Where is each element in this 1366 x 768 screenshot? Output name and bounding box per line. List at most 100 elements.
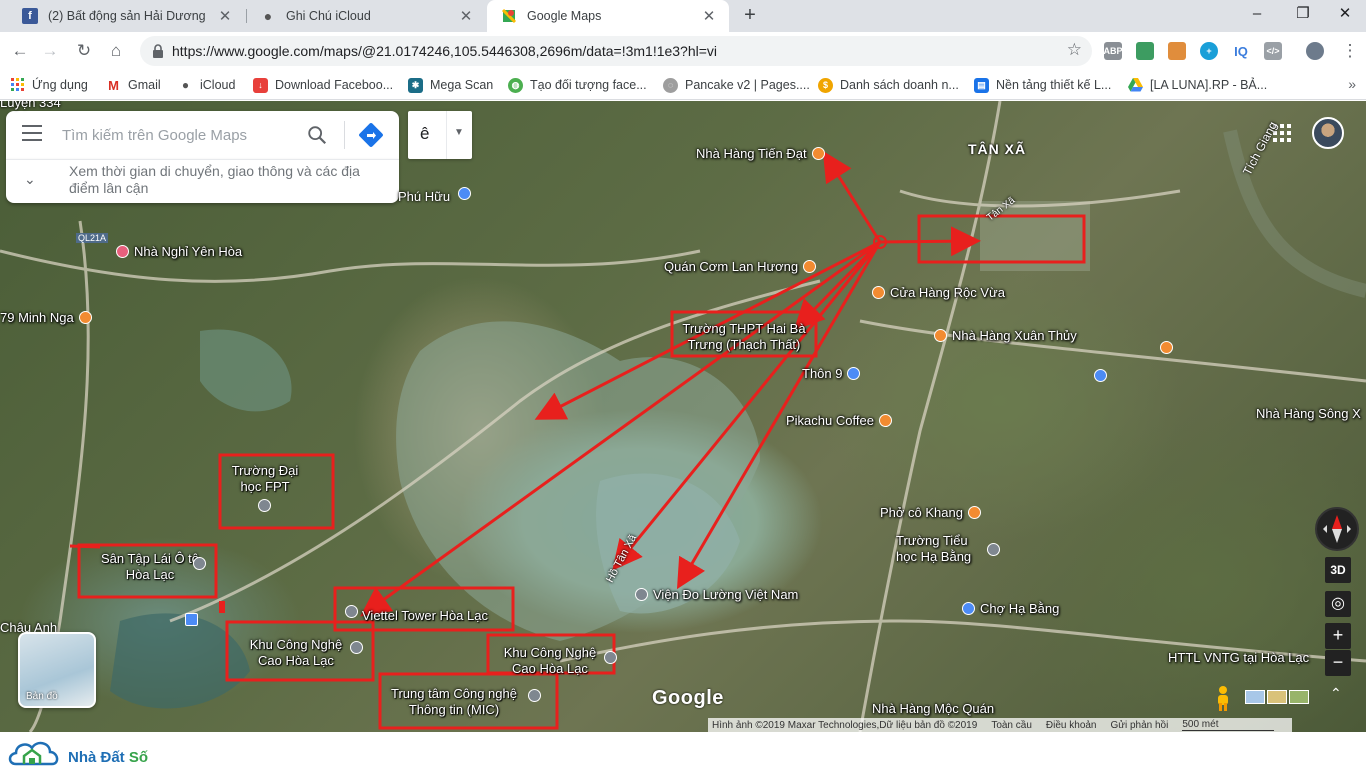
bookmark-mega-scan[interactable]: ✱ Mega Scan: [408, 76, 493, 94]
3d-toggle-button[interactable]: 3D: [1325, 557, 1351, 583]
maximize-button[interactable]: ❐: [1280, 0, 1326, 30]
minimize-button[interactable]: –: [1234, 0, 1280, 30]
close-icon[interactable]: ✕: [454, 7, 478, 25]
poi-marker[interactable]: Nhà Hàng Tiến Đạt: [696, 146, 825, 161]
terms-link[interactable]: Điều khoản: [1046, 720, 1097, 731]
close-icon[interactable]: ✕: [213, 7, 237, 25]
home-icon[interactable]: ⌂: [104, 39, 128, 63]
bookmark-gmail[interactable]: M Gmail: [106, 76, 161, 94]
map-type-toggle[interactable]: Bản đồ: [18, 632, 96, 708]
more-bookmarks-icon[interactable]: »: [1348, 76, 1356, 92]
forward-button[interactable]: →: [38, 39, 62, 63]
bus-stop-icon: [185, 613, 198, 626]
address-bar[interactable]: https://www.google.com/maps/@21.0174246,…: [140, 36, 1092, 66]
feedback-link[interactable]: Gửi phản hồi: [1111, 720, 1169, 731]
highlight-label[interactable]: Sân Tập Lái Ô tô Hòa Lạc: [96, 551, 204, 583]
poi-marker[interactable]: Trường Tiểu học Hạ Bằng: [896, 533, 1000, 565]
expand-up-icon[interactable]: ⌃: [1330, 685, 1342, 702]
poi-marker[interactable]: Chợ Hạ Bằng: [962, 601, 1059, 616]
menu-kebab-icon[interactable]: ⋮: [1338, 39, 1362, 63]
iq-extension-icon[interactable]: IQ: [1232, 42, 1250, 60]
poi-marker[interactable]: Nhà Nghỉ Yên Hòa: [116, 244, 242, 259]
poi-marker[interactable]: HTTL VNTG tại Hòa Lạc: [1168, 650, 1309, 665]
highlight-label[interactable]: Trường THPT Hai Bà Trưng (Thạch Thất): [676, 321, 812, 353]
bookmark-la-luna[interactable]: [LA LUNA].RP - BẢ...: [1128, 76, 1267, 94]
close-window-button[interactable]: ✕: [1322, 0, 1366, 30]
scale-bar[interactable]: 500 mét: [1182, 719, 1275, 731]
new-tab-button[interactable]: +: [738, 4, 762, 28]
tech-park-pin-icon: [604, 651, 617, 664]
google-maps-icon: [501, 8, 517, 24]
plus-extension-icon[interactable]: +: [1200, 42, 1218, 60]
imagery-thumbnail[interactable]: [1245, 690, 1265, 704]
chevron-down-icon: ⌄: [24, 171, 36, 187]
directions-icon[interactable]: [358, 122, 384, 148]
coin-icon: $: [818, 77, 833, 93]
bookmark-nen-tang[interactable]: ▤ Nền tảng thiết kế L...: [974, 76, 1111, 94]
highlight-label[interactable]: Khu Công Nghệ Cao Hòa Lạc: [498, 645, 602, 677]
annotation-arrow: [879, 226, 981, 257]
satellite-map[interactable]: ⌄ Xem thời gian di chuyển, giao thông và…: [0, 101, 1366, 732]
poi-marker[interactable]: Thôn 9: [802, 366, 861, 381]
highlight-label[interactable]: Trung tâm Công nghệ Thông tin (MIC): [384, 686, 524, 718]
hamburger-menu-icon[interactable]: [22, 125, 42, 145]
bookmark-tao-doi-tuong[interactable]: ◍ Tạo đối tượng face...: [508, 76, 647, 94]
back-button[interactable]: ←: [8, 39, 32, 63]
road: [0, 249, 701, 283]
poi-marker[interactable]: Cửa Hàng Rộc Vừa: [872, 285, 1005, 300]
nearby-suggestion[interactable]: ⌄ Xem thời gian di chuyển, giao thông và…: [6, 159, 399, 203]
extension-icon[interactable]: [1168, 42, 1186, 60]
place-label: TÂN XÃ: [968, 141, 1027, 157]
driving-school-pin-icon: [193, 557, 206, 570]
extension-icon[interactable]: [1136, 42, 1154, 60]
my-location-icon[interactable]: ◎: [1325, 591, 1351, 617]
poi-marker[interactable]: Pikachu Coffee: [786, 413, 892, 428]
bookmark-apps[interactable]: Ứng dụng: [10, 76, 88, 94]
zoom-in-button[interactable]: +: [1325, 623, 1351, 649]
poi-marker[interactable]: Viện Đo Lường Việt Nam: [635, 587, 798, 602]
bookmark-danh-sach[interactable]: $ Danh sách doanh n...: [818, 76, 959, 94]
profile-avatar[interactable]: [1306, 42, 1324, 60]
url-text: https://www.google.com/maps/@21.0174246,…: [172, 43, 718, 59]
restaurant-pin-icon: [78, 311, 92, 324]
adblock-icon[interactable]: ABP: [1104, 42, 1123, 60]
close-icon[interactable]: ✕: [697, 7, 721, 25]
imagery-thumbnail[interactable]: [1289, 690, 1309, 704]
tab-google-maps[interactable]: Google Maps ✕: [487, 0, 729, 32]
code-extension-icon[interactable]: </>: [1264, 42, 1282, 60]
zoom-out-button[interactable]: −: [1325, 650, 1351, 676]
mega-scan-icon: ✱: [408, 77, 423, 93]
reload-button[interactable]: ↻: [72, 39, 96, 63]
annotation-arrow: [822, 150, 882, 243]
earth-link[interactable]: Toàn cầu: [991, 720, 1032, 731]
suggestion-text: Xem thời gian di chuyển, giao thông và c…: [69, 163, 360, 196]
highlight-label[interactable]: Viettel Tower Hòa Lạc: [362, 608, 488, 624]
pegman-icon[interactable]: [1212, 685, 1234, 711]
screen: f (2) Bất động sản Hải Dương ✕ ● Ghi Chú…: [0, 0, 1366, 768]
poi-marker[interactable]: Phở cô Khang: [880, 505, 981, 520]
search-icon[interactable]: [306, 124, 328, 146]
bookmarks-bar: Ứng dụng M Gmail ● iCloud ↓ Download Fac…: [0, 70, 1366, 100]
input-tools-button[interactable]: ê ▼: [408, 111, 472, 159]
highlight-label[interactable]: Khu Công Nghệ Cao Hòa Lạc: [240, 637, 352, 669]
search-input[interactable]: [62, 121, 302, 149]
highlight-label[interactable]: Trường Đại học FPT: [224, 463, 306, 495]
imagery-thumbnail[interactable]: [1267, 690, 1287, 704]
tab-facebook[interactable]: f (2) Bất động sản Hải Dương ✕: [8, 0, 245, 32]
google-logo: Google: [652, 687, 724, 709]
imagery-layers[interactable]: [1245, 690, 1309, 706]
bookmark-icloud[interactable]: ● iCloud: [178, 76, 236, 94]
bookmark-download-facebook[interactable]: ↓ Download Faceboo...: [253, 76, 393, 94]
account-avatar[interactable]: [1312, 117, 1344, 149]
tab-icloud[interactable]: ● Ghi Chú iCloud ✕: [246, 0, 486, 32]
poi-marker[interactable]: Nhà Hàng Xuân Thủy: [934, 328, 1077, 343]
caret-down-icon[interactable]: ▼: [454, 127, 464, 138]
bookmark-pancake[interactable]: ◌ Pancake v2 | Pages....: [663, 76, 810, 94]
poi-marker[interactable]: Nhà Hàng Sông X: [1256, 406, 1361, 421]
poi-marker[interactable]: Quán Cơm Lan Hương: [664, 259, 817, 274]
tab-title: (2) Bất động sản Hải Dương: [48, 9, 206, 23]
bookmark-star-icon[interactable]: ☆: [1067, 40, 1082, 60]
poi-marker[interactable]: 79 Minh Nga: [0, 310, 92, 325]
compass-icon[interactable]: [1315, 507, 1359, 551]
poi-marker[interactable]: Nhà Hàng Mộc Quán: [872, 701, 994, 716]
